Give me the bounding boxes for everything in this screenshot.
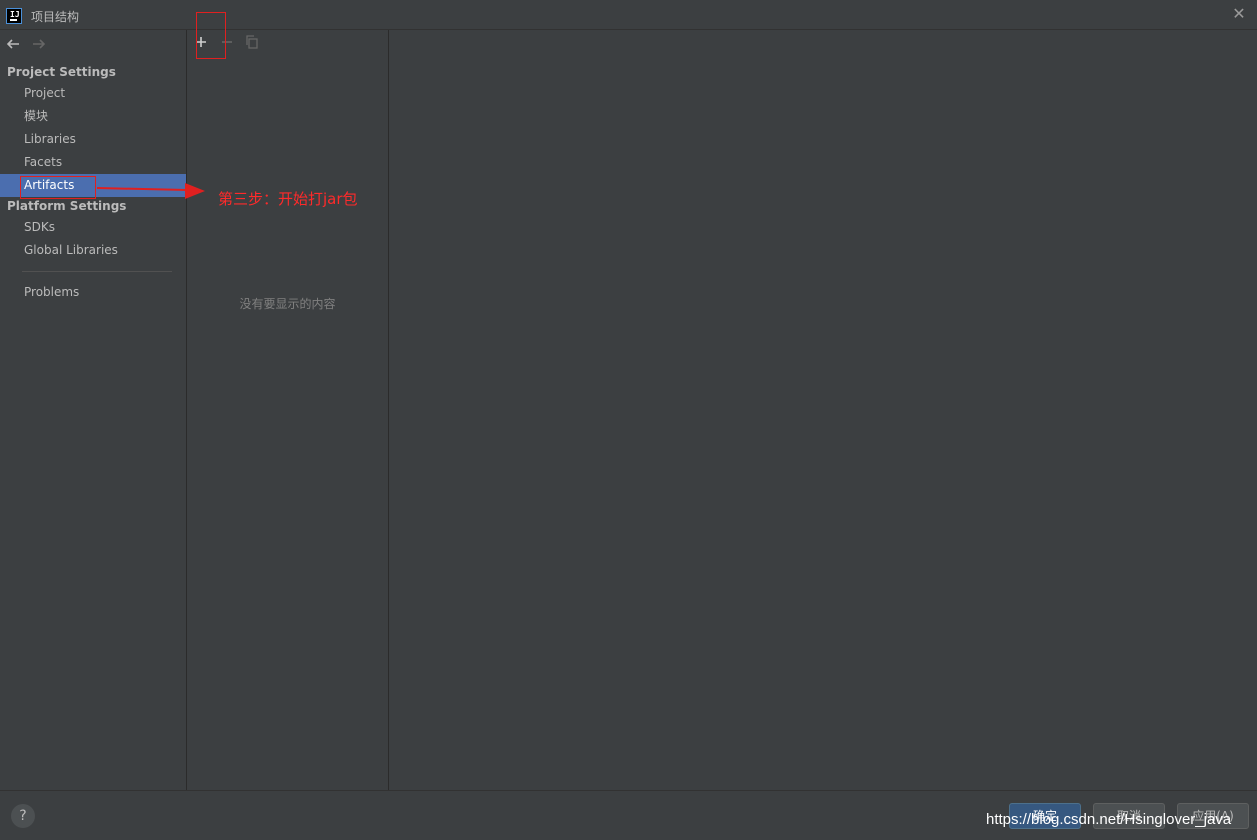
watermark-text: https://blog.csdn.net/Hsinglover_java bbox=[986, 811, 1232, 828]
annotation-text: 第三步：开始打jar包 bbox=[218, 190, 358, 208]
sidebar-divider bbox=[22, 271, 172, 272]
sidebar-item-libraries[interactable]: Libraries bbox=[0, 128, 186, 151]
sidebar: Project Settings Project 模块 Libraries Fa… bbox=[0, 30, 186, 790]
empty-state-text: 没有要显示的内容 bbox=[239, 297, 336, 311]
sidebar-item-modules[interactable]: 模块 bbox=[0, 105, 186, 128]
sidebar-item-sdks[interactable]: SDKs bbox=[0, 216, 186, 239]
title-bar: IJ 项目结构 ✕ bbox=[0, 0, 1257, 30]
sidebar-item-facets[interactable]: Facets bbox=[0, 151, 186, 174]
artifacts-list-panel: 没有要显示的内容 bbox=[186, 30, 389, 790]
annotation-box-add bbox=[196, 12, 226, 59]
sidebar-item-global-libraries[interactable]: Global Libraries bbox=[0, 239, 186, 262]
arrow-left-icon[interactable] bbox=[5, 36, 21, 52]
sidebar-item-problems[interactable]: Problems bbox=[0, 281, 186, 304]
project-settings-label: Project Settings bbox=[7, 65, 116, 79]
window-title: 项目结构 bbox=[31, 10, 80, 24]
intellij-app-icon: IJ bbox=[6, 8, 22, 24]
annotation-box-artifacts bbox=[20, 176, 96, 199]
sidebar-item-project[interactable]: Project bbox=[0, 82, 186, 105]
help-button[interactable]: ? bbox=[11, 804, 35, 828]
arrow-right-icon[interactable] bbox=[31, 36, 47, 52]
annotation-arrow bbox=[96, 183, 205, 199]
detail-panel bbox=[390, 30, 1257, 790]
close-icon[interactable]: ✕ bbox=[1231, 6, 1247, 22]
copy-icon[interactable] bbox=[244, 34, 260, 50]
